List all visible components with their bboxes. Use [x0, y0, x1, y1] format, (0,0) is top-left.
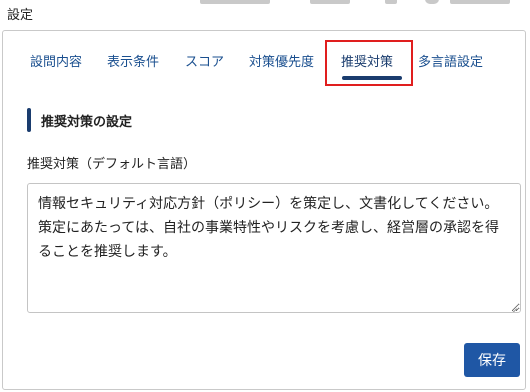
- section-heading: 推奨対策の設定: [27, 108, 132, 132]
- tab-display-conditions[interactable]: 表示条件: [107, 51, 159, 70]
- recommendation-field-label: 推奨対策（デフォルト言語）: [27, 157, 197, 172]
- settings-panel: 設問内容 表示条件 スコア 対策優先度 推奨対策 多言語設定 推奨対策の設定 推…: [2, 30, 526, 390]
- recommendation-textarea[interactable]: 情報セキュリティ対応方針（ポリシー）を策定し、文書化してください。策定にあたって…: [27, 183, 521, 313]
- tab-bar: 設問内容 表示条件 スコア 対策優先度 推奨対策 多言語設定: [3, 31, 525, 93]
- save-button[interactable]: 保存: [464, 343, 520, 377]
- active-tab-highlight: [325, 40, 413, 86]
- section-accent-bar: [27, 108, 31, 132]
- cropped-top-bar: [200, 0, 530, 6]
- resize-grip-icon[interactable]: [509, 301, 517, 309]
- tab-question-content[interactable]: 設問内容: [30, 51, 82, 70]
- window-title: 設定: [7, 8, 34, 23]
- tab-multilingual-settings[interactable]: 多言語設定: [418, 51, 483, 70]
- section-heading-text: 推奨対策の設定: [41, 114, 133, 130]
- tab-countermeasure-priority[interactable]: 対策優先度: [249, 51, 314, 70]
- recommendation-text: 情報セキュリティ対応方針（ポリシー）を策定し、文書化してください。策定にあたって…: [38, 196, 500, 260]
- tab-score[interactable]: スコア: [185, 51, 224, 70]
